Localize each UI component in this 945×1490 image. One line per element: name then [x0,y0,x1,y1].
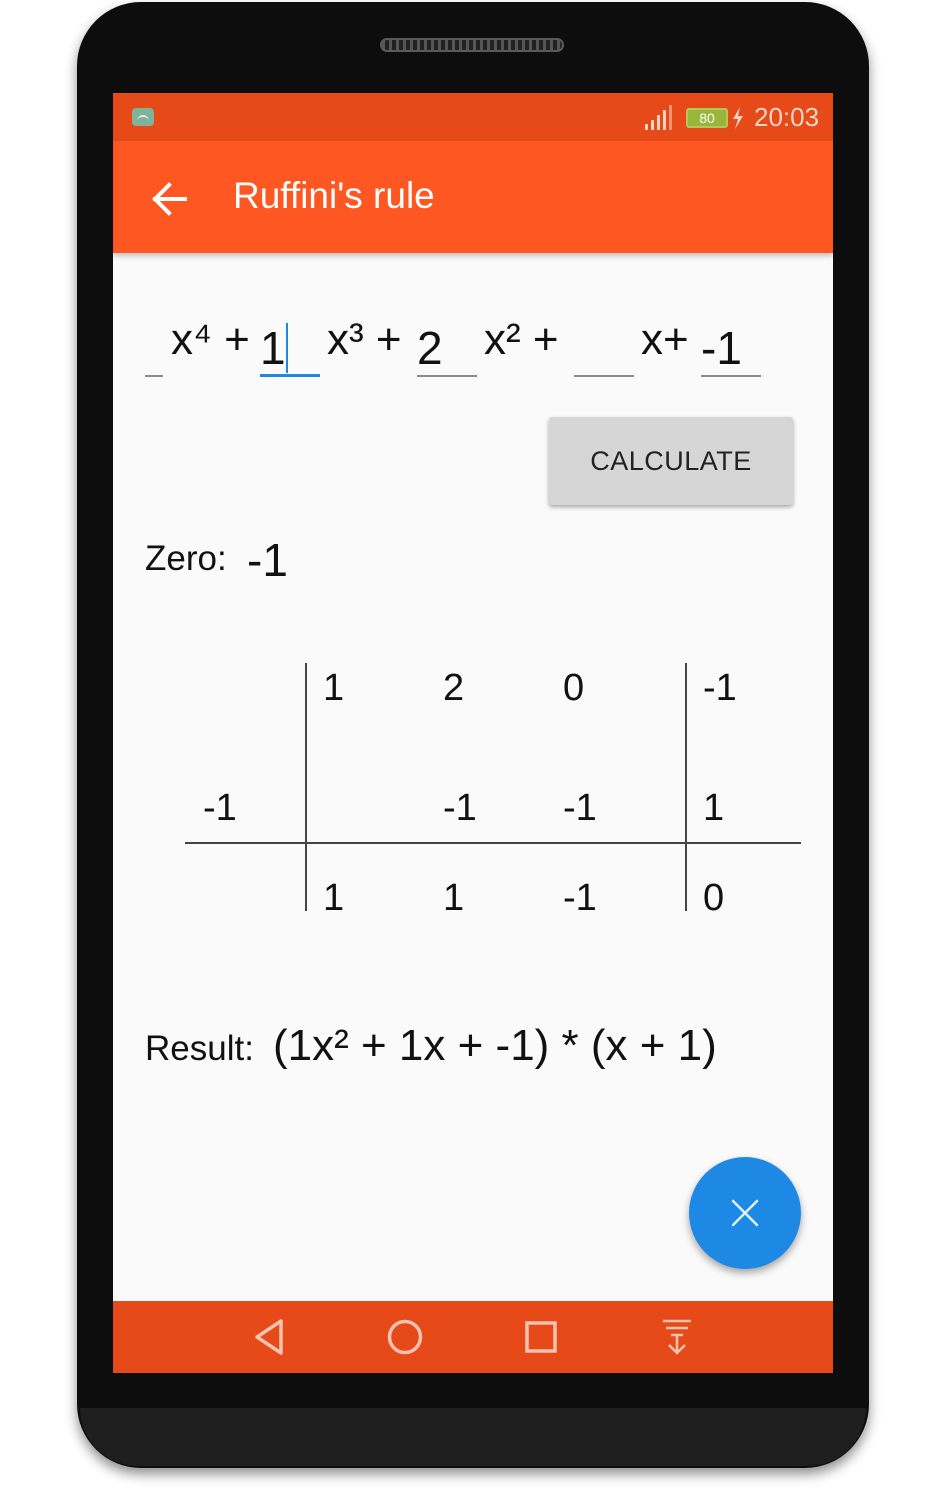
home-circle-icon[interactable] [383,1315,427,1359]
recents-square-icon[interactable] [519,1315,563,1359]
term-x1-label: x+ [641,315,689,364]
result-label: Result: [145,1029,254,1068]
coefficient-x1-input[interactable] [574,321,634,377]
ruffini-top-cell: 0 [563,667,585,709]
coefficient-x2-input[interactable]: 2 [417,321,477,377]
ruffini-bottom-cell: -1 [563,877,597,919]
ruffini-horizontal-rule [185,842,801,844]
ruffini-middle-cell: -1 [443,787,477,829]
calculate-button[interactable]: CALCULATE [549,417,793,505]
ruffini-bottom-cell: 1 [443,877,465,919]
speaker-grille [380,38,564,52]
app-bar: Ruffini's rule [113,141,833,253]
status-clock: 20:03 [754,102,820,132]
ruffini-bottom-cell: 0 [703,877,725,919]
term-x4-label: x⁴ + [171,315,250,364]
signal-icon [645,105,672,130]
close-icon [731,1199,759,1227]
coefficient-x3-value: 1 [260,322,286,374]
text-caret [286,323,288,373]
ruffini-top-cell: 2 [443,667,465,709]
ruffini-middle-cell: -1 [563,787,597,829]
coefficient-constant-input[interactable]: -1 [701,321,761,377]
screen: 80 20:03 Ruffini's rule x⁴ + 1 x³ + 2 x²… [113,93,833,1373]
clear-fab-button[interactable] [689,1157,801,1269]
ruffini-right-divider [685,663,687,911]
charging-icon [733,107,743,129]
coefficient-x3-input[interactable]: 1 [260,321,320,377]
ruffini-top-cell: 1 [323,667,345,709]
phone-chin [80,1408,866,1466]
navigation-bar [113,1301,833,1373]
ruffini-bottom-cell: 1 [323,877,345,919]
notification-pull-icon[interactable] [655,1315,699,1359]
ruffini-middle-cell: 1 [703,787,725,829]
term-x2-label: x² + [484,315,559,364]
status-bar: 80 20:03 [113,93,833,141]
arrow-back-icon[interactable] [141,171,197,227]
battery-icon: 80 [686,108,728,128]
term-x3-label: x³ + [327,315,402,364]
result-value: (1x² + 1x + -1) * (x + 1) [273,1021,717,1070]
zero-label: Zero: [145,539,227,578]
zero-value: -1 [247,534,288,586]
android-debug-icon [132,108,154,126]
page-title: Ruffini's rule [233,175,435,216]
ruffini-left-divider [305,663,307,911]
coefficient-x4-input[interactable] [145,321,163,377]
ruffini-top-cell: -1 [703,667,737,709]
back-triangle-icon[interactable] [247,1315,291,1359]
ruffini-divisor: -1 [203,787,237,829]
